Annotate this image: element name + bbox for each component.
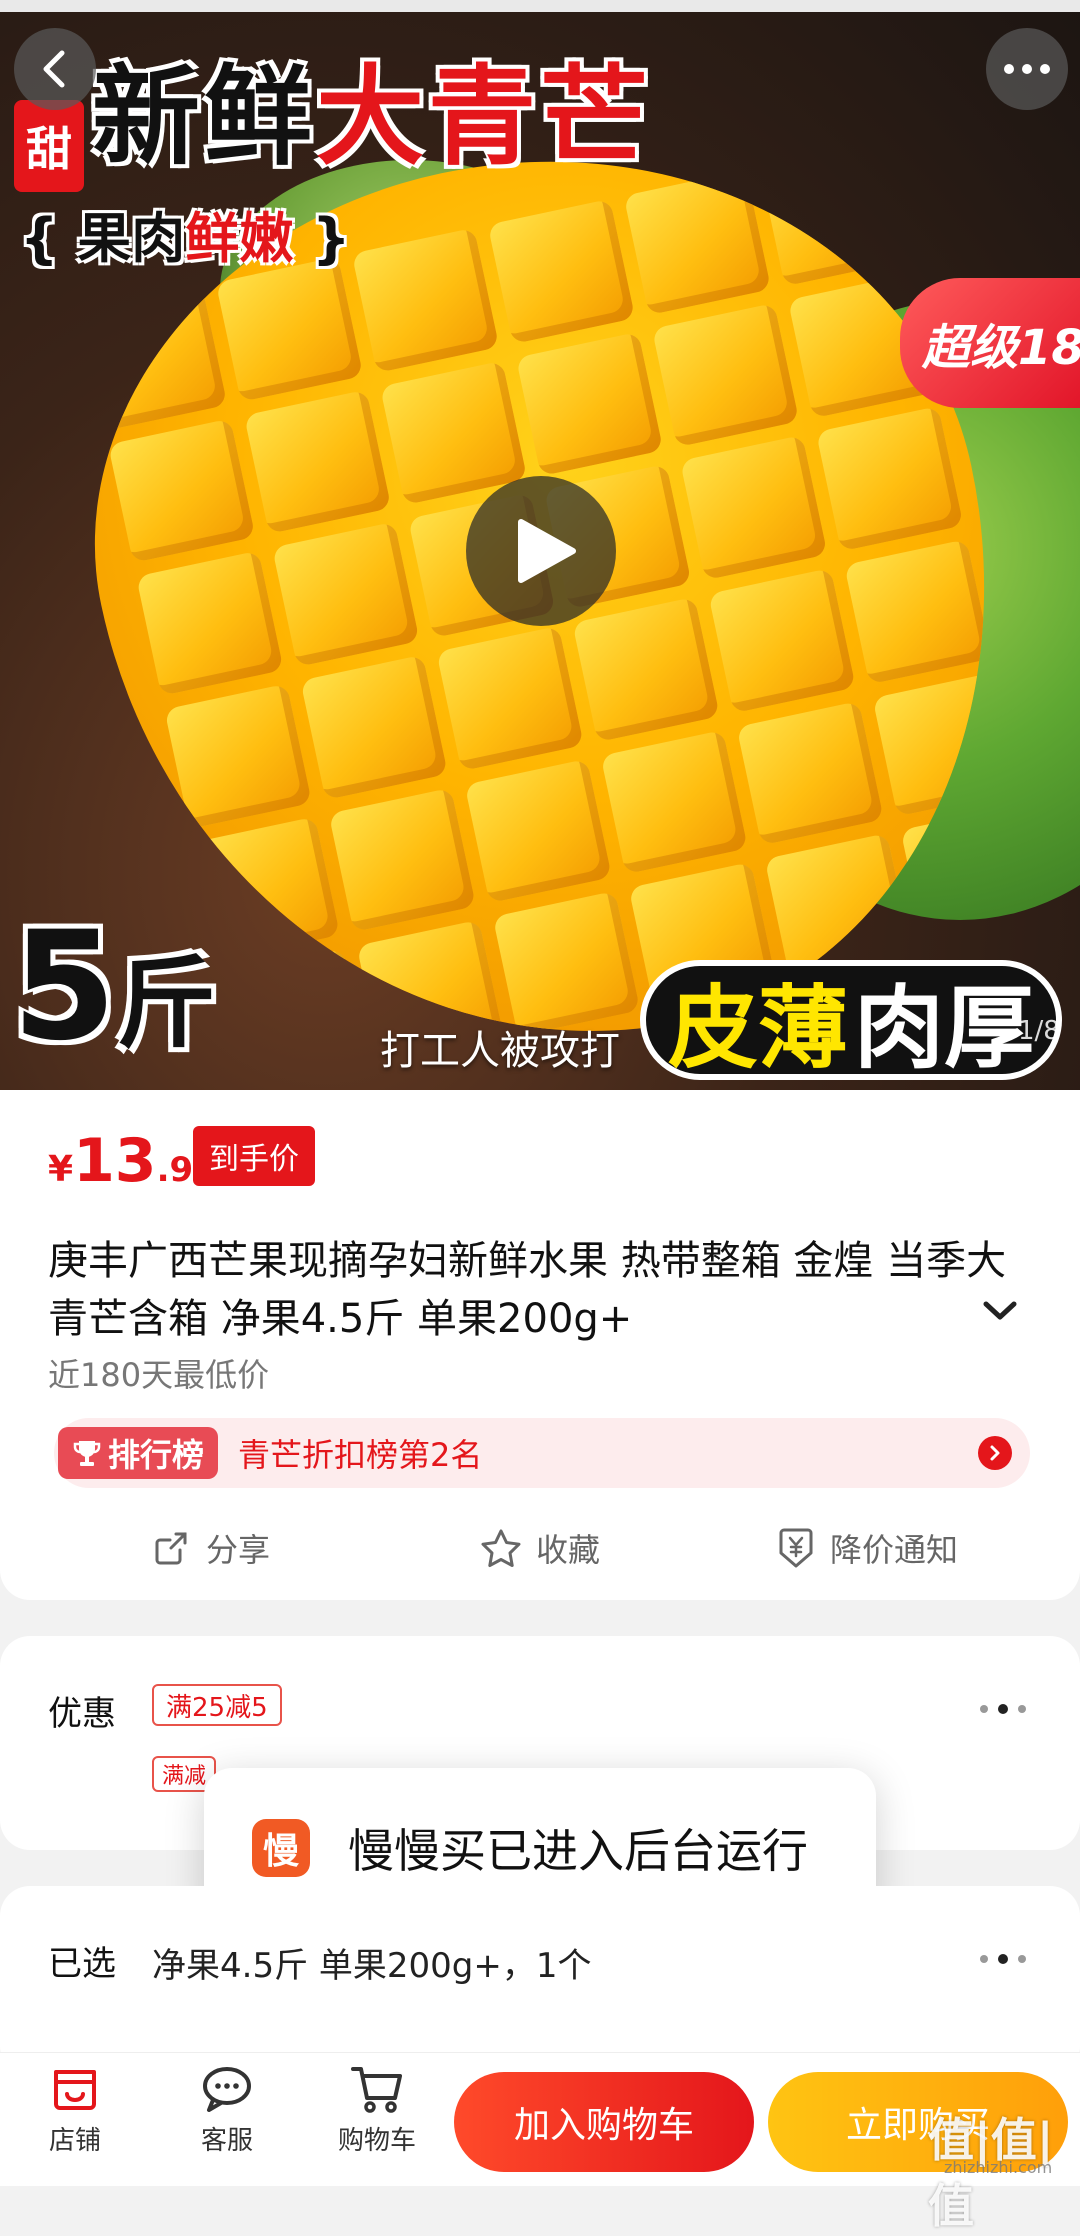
trophy-icon — [73, 1441, 101, 1466]
share-icon — [155, 1532, 187, 1565]
coupon-tag[interactable]: 满25减5 — [152, 1684, 282, 1726]
price-symbol: ¥ — [48, 1149, 74, 1190]
cart-icon — [351, 2067, 402, 2113]
toast-message: 慢慢买已进入后台运行 — [348, 1824, 808, 1878]
shop-label: 店铺 — [48, 2126, 101, 2156]
promotion-more-button[interactable] — [980, 1704, 1026, 1714]
chevron-left-icon — [43, 50, 65, 88]
image-counter: 1/8 — [1018, 1016, 1060, 1046]
weight-unit: 斤 — [116, 945, 217, 1062]
hero-title: 新鲜大青芒 — [92, 30, 652, 186]
dot-icon — [980, 1955, 988, 1963]
add-to-cart-button[interactable]: 加入购物车 — [454, 2072, 754, 2172]
ranking-text: 青芒折扣榜第2名 — [238, 1436, 483, 1474]
service-label: 客服 — [200, 2126, 253, 2156]
app-icon: 慢 — [252, 1819, 310, 1877]
ranking-bar[interactable]: 排行榜 青芒折扣榜第2名 — [54, 1418, 1030, 1488]
thin-skin-yellow: 皮薄 — [668, 976, 848, 1081]
hero-subtitle-close: } — [293, 207, 351, 270]
customer-service-button[interactable]: 客服 — [172, 2064, 282, 2157]
hero-title-black: 新鲜 — [92, 55, 317, 180]
share-label: 分享 — [206, 1531, 271, 1569]
ranking-badge-label: 排行榜 — [108, 1436, 205, 1474]
weight-label: 5斤 — [12, 912, 216, 1062]
ranking-arrow — [978, 1436, 1012, 1470]
weight-number: 5 — [12, 900, 117, 1074]
ranking-badge: 排行榜 — [58, 1427, 219, 1479]
hero-subtitle-red: 鲜嫩 — [185, 207, 294, 270]
expand-title-button[interactable] — [982, 1300, 1018, 1326]
chat-icon — [203, 2067, 251, 2112]
favorite-button[interactable]: 收藏 — [480, 1522, 600, 1574]
dot-icon — [980, 1705, 988, 1713]
shop-button[interactable]: 店铺 — [20, 2064, 130, 2157]
price-alert-button[interactable]: 降价通知 — [776, 1522, 958, 1574]
hero-subtitle-open: { 果肉 — [20, 207, 186, 270]
play-video-button[interactable] — [466, 476, 616, 626]
promo-ribbon: 超级18 — [900, 278, 1080, 408]
more-dots-icon — [1004, 64, 1050, 74]
play-icon — [518, 519, 576, 583]
spec-more-button[interactable] — [980, 1954, 1026, 1964]
thin-skin-white: 肉厚 — [854, 976, 1034, 1081]
dot-icon — [998, 1704, 1008, 1714]
dot-icon — [1018, 1955, 1026, 1963]
status-strip — [0, 0, 1080, 12]
cart-label: 购物车 — [337, 2126, 416, 2156]
selected-spec-value: 净果4.5斤 单果200g+，1个 — [152, 1946, 592, 1986]
lowest-price-note: 近180天最低价 — [48, 1356, 270, 1394]
chevron-right-icon — [990, 1445, 1000, 1461]
selected-label: 已选 — [48, 1944, 116, 1984]
dot-icon — [998, 1954, 1008, 1964]
sweet-badge: 甜 — [14, 100, 84, 192]
product-title: 庚丰广西芒果现摘孕妇新鲜水果 热带整箱 金煌 当季大青芒含箱 净果4.5斤 单果… — [48, 1238, 1007, 1342]
cart-button[interactable]: 购物车 — [322, 2064, 432, 2157]
thin-skin-pill: 皮薄 肉厚 — [640, 960, 1062, 1081]
final-price-tag: 到手价 — [193, 1126, 315, 1186]
price-integer: 13 — [73, 1126, 157, 1196]
hero-subtitle: { 果肉鲜嫩 } — [20, 194, 351, 273]
watermark-url: zhizhizhi.com — [944, 2158, 1053, 2177]
favorite-label: 收藏 — [536, 1531, 601, 1569]
store-icon — [54, 2070, 96, 2110]
hero-title-red: 大青芒 — [316, 55, 653, 180]
price-alert-label: 降价通知 — [830, 1531, 959, 1569]
video-caption: 打工人被攻打 — [380, 1028, 620, 1074]
price-drop-icon — [779, 1528, 813, 1568]
more-button[interactable] — [986, 28, 1068, 110]
star-icon — [481, 1529, 521, 1567]
price: ¥ 13 .90 — [48, 1126, 217, 1196]
back-button[interactable] — [14, 28, 96, 110]
chevron-down-icon — [983, 1301, 1017, 1320]
share-button[interactable]: 分享 — [152, 1522, 270, 1574]
dot-icon — [1018, 1705, 1026, 1713]
product-image-carousel[interactable]: 甜 新鲜大青芒 { 果肉鲜嫩 } 超级18 5斤 皮薄 肉厚 打工人被攻打 1/8 — [0, 0, 1080, 1090]
promotion-label: 优惠 — [48, 1694, 116, 1734]
